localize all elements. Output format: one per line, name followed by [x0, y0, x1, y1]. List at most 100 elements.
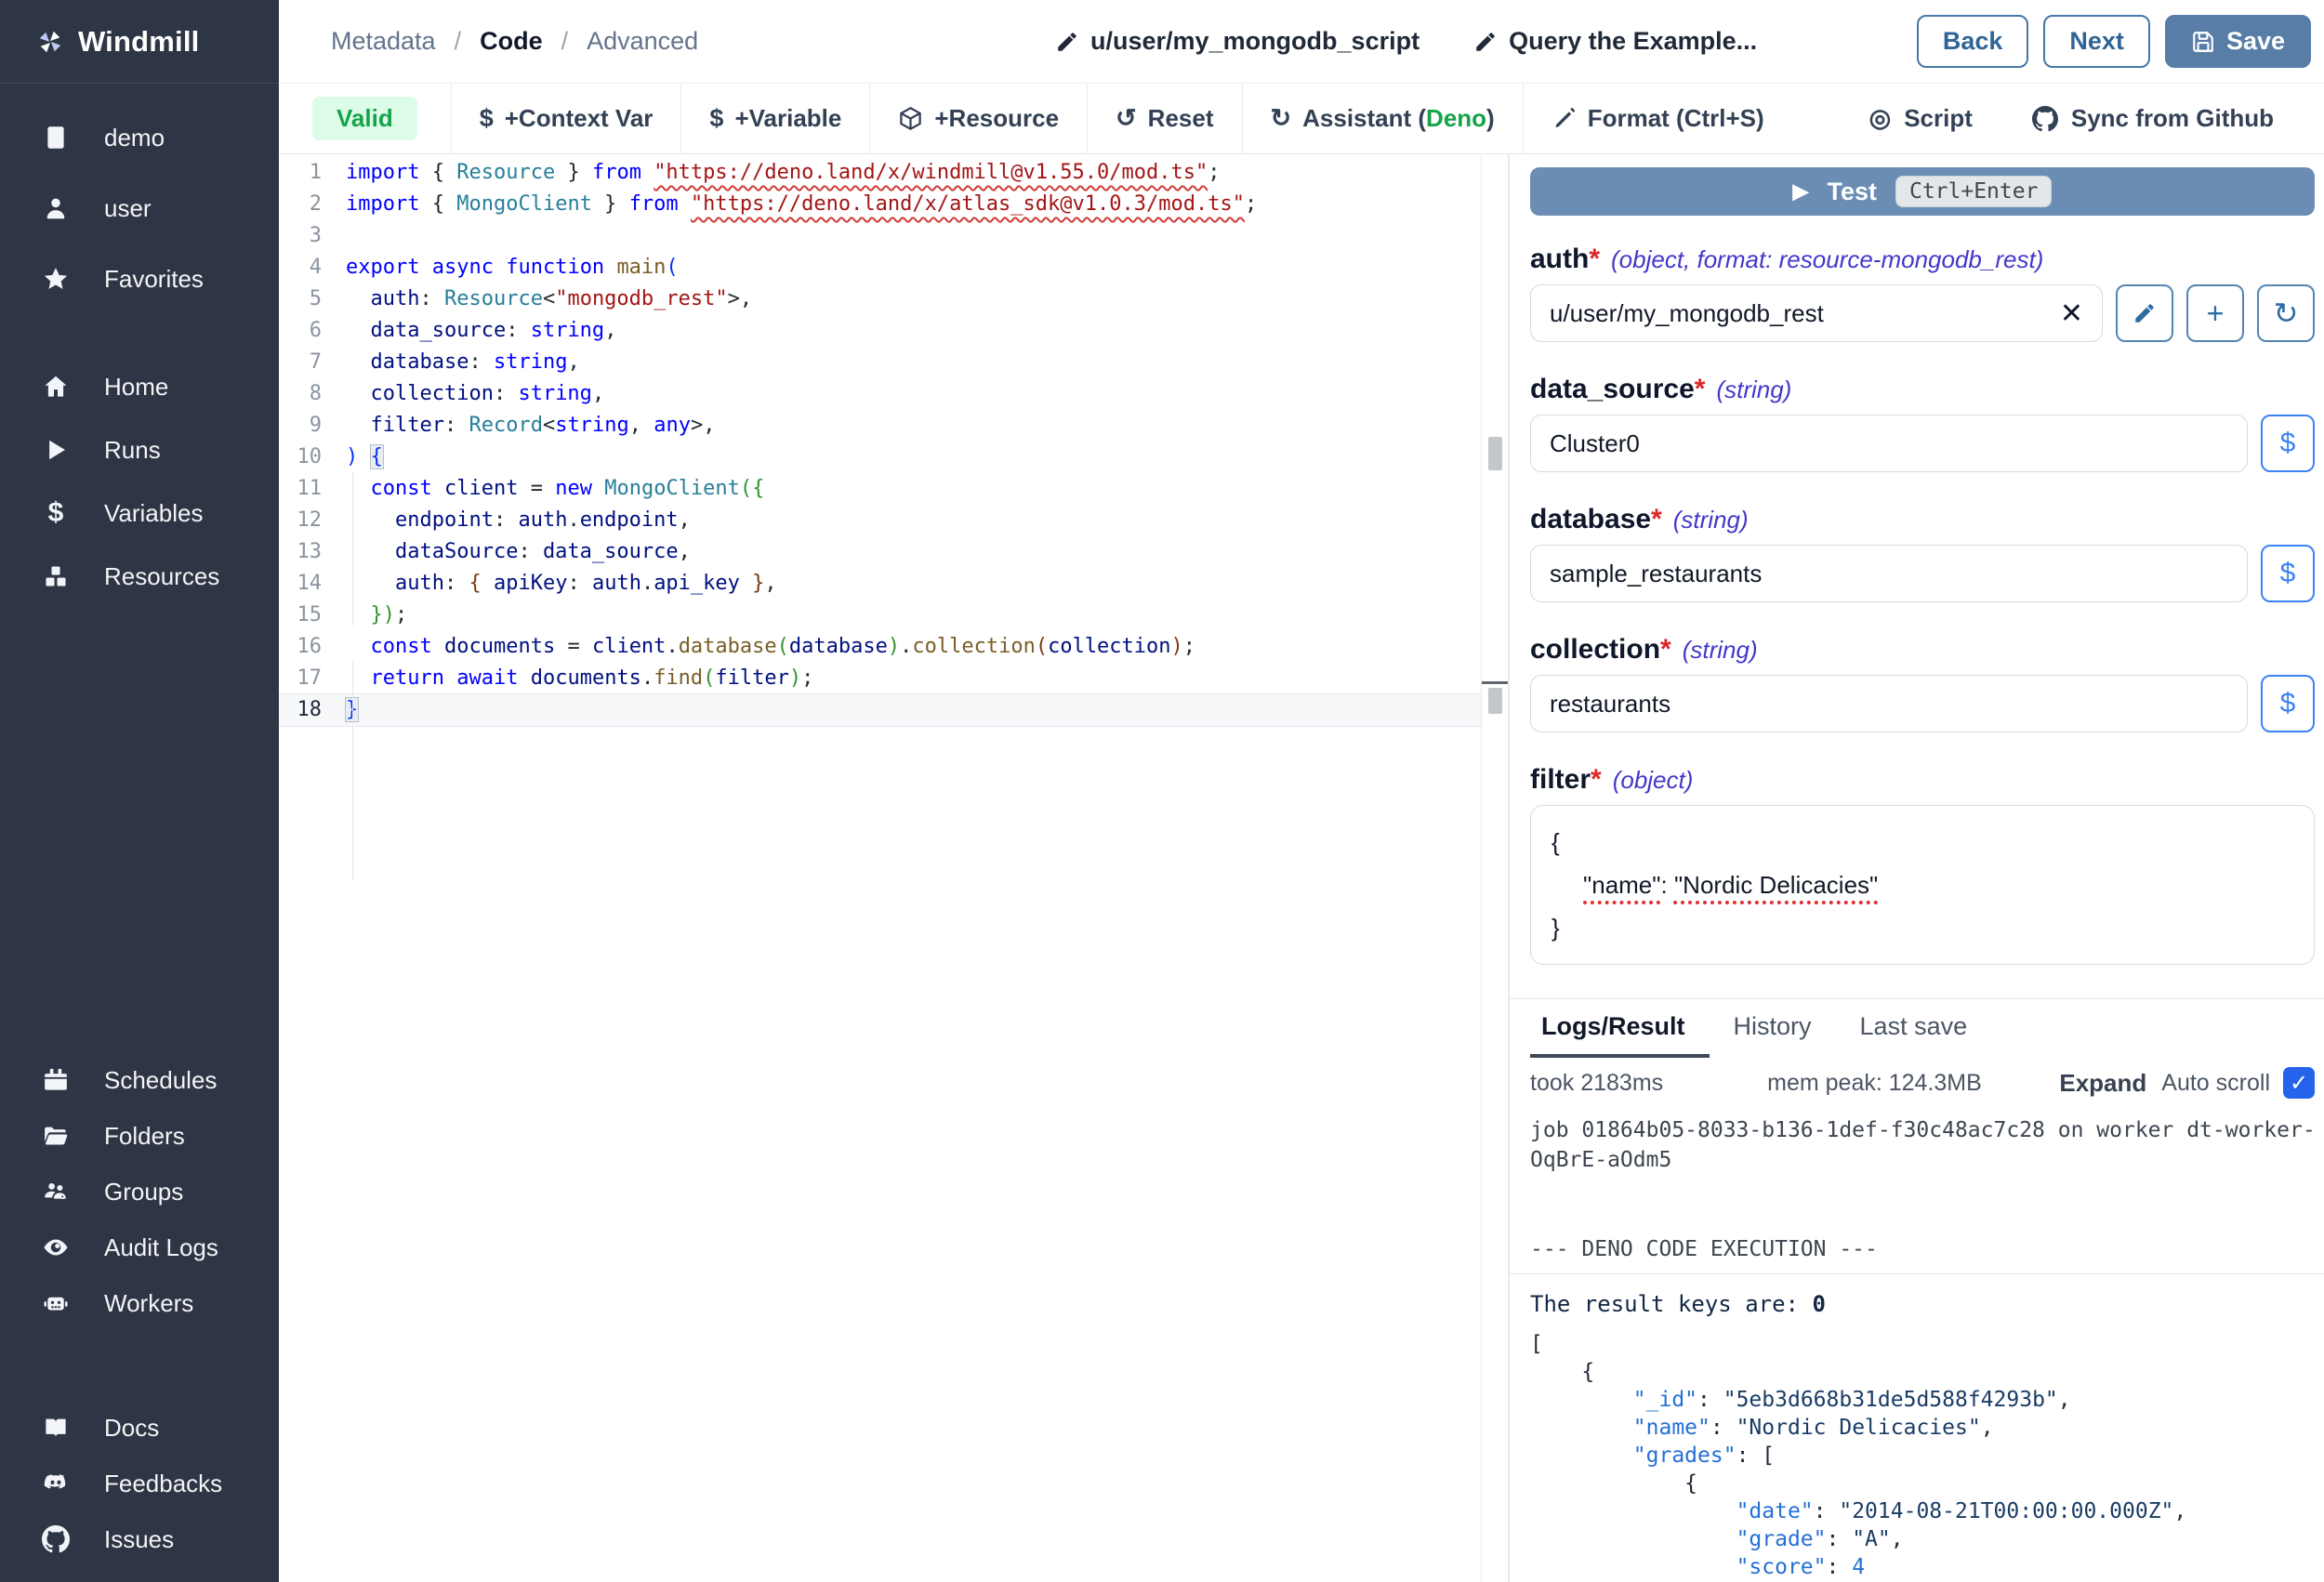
insert-variable-button[interactable]: $ [2261, 545, 2315, 602]
add-context-var-button[interactable]: $ +Context Var [452, 84, 682, 153]
user-icon [41, 193, 71, 223]
script-summary-edit[interactable]: Query the Example... [1473, 27, 1757, 56]
sidebar-item-favorites[interactable]: Favorites [0, 244, 279, 314]
code-line: 16 const documents = client.database(dat… [279, 631, 1481, 663]
line-number: 7 [279, 347, 335, 378]
save-icon [2191, 30, 2215, 54]
sidebar-item-user[interactable]: user [0, 173, 279, 244]
code-line: 17 return await documents.find(filter); [279, 663, 1481, 694]
line-number: 9 [279, 410, 335, 442]
script-kind-icon: ◎ [1869, 104, 1892, 133]
assistant-button[interactable]: ↻ Assistant (Deno) [1243, 84, 1524, 153]
editor-overview-ruler [1481, 154, 1508, 1582]
pencil-icon [1055, 30, 1079, 54]
line-number: 6 [279, 315, 335, 347]
tab-logs-result[interactable]: Logs/Result [1530, 999, 1710, 1058]
code-line: 14 auth: { apiKey: auth.api_key }, [279, 568, 1481, 600]
panel-divider [1510, 1273, 2324, 1274]
github-icon [41, 1524, 71, 1554]
add-variable-button[interactable]: $ +Variable [681, 84, 870, 153]
assistant-engine: Deno [1426, 104, 1486, 132]
insert-variable-button[interactable]: $ [2261, 675, 2315, 732]
sidebar-item-folders[interactable]: Folders [0, 1108, 279, 1164]
dollar-icon: $ [709, 104, 723, 133]
add-resource-button[interactable]: +Resource [870, 84, 1088, 153]
clear-icon[interactable]: ✕ [2049, 297, 2083, 330]
breadcrumb-metadata[interactable]: Metadata [331, 27, 436, 56]
data-source-input[interactable]: Cluster0 [1530, 415, 2248, 472]
result-json-line: { [1530, 1358, 2315, 1386]
sidebar-item-resources[interactable]: Resources [0, 545, 279, 608]
sidebar-item-home[interactable]: Home [0, 355, 279, 418]
code-editor[interactable]: 1import { Resource } from "https://deno.… [279, 154, 1481, 1582]
sidebar-item-label: Feedbacks [104, 1470, 222, 1498]
test-button[interactable]: ▶ Test Ctrl+Enter [1530, 167, 2315, 216]
database-field-row: sample_restaurants $ [1530, 545, 2315, 602]
sidebar-item-demo[interactable]: demo [0, 102, 279, 173]
scrollbar-thumb[interactable] [1488, 437, 1502, 470]
topbar-actions: Back Next Save [1917, 15, 2311, 68]
database-field-label: database* (string) [1530, 504, 2315, 535]
save-button[interactable]: Save [2165, 15, 2311, 68]
line-number: 14 [279, 568, 335, 600]
code-lines: 1import { Resource } from "https://deno.… [279, 157, 1481, 726]
result-intro: The result keys are: 0 [1530, 1291, 2315, 1317]
sidebar-item-label: Favorites [104, 265, 204, 294]
breadcrumb: Metadata / Code / Advanced [279, 27, 698, 56]
sidebar-item-groups[interactable]: Groups [0, 1164, 279, 1219]
back-button[interactable]: Back [1917, 15, 2029, 68]
sidebar-item-runs[interactable]: Runs [0, 418, 279, 481]
tab-history[interactable]: History [1710, 999, 1836, 1058]
sidebar-item-variables[interactable]: $Variables [0, 481, 279, 545]
sidebar-item-audit-logs[interactable]: Audit Logs [0, 1219, 279, 1275]
result-json-line: "grades": [ [1530, 1442, 2315, 1470]
format-button[interactable]: Format (Ctrl+S) [1524, 84, 1792, 153]
next-button[interactable]: Next [2043, 15, 2150, 68]
sidebar-workspace-group: demouser Favorites [0, 102, 279, 314]
collection-field-label: collection* (string) [1530, 634, 2315, 666]
filter-json-value: "Nordic Delicacies" [1674, 871, 1878, 899]
filter-json-editor[interactable]: { "name": "Nordic Delicacies" } [1530, 805, 2315, 965]
database-input[interactable]: sample_restaurants [1530, 545, 2248, 602]
sidebar-item-feedbacks[interactable]: Feedbacks [0, 1456, 279, 1511]
cubes-icon [41, 561, 71, 591]
script-path-edit[interactable]: u/user/my_mongodb_script [1055, 27, 1419, 56]
sidebar-item-label: Runs [104, 436, 161, 465]
line-number: 8 [279, 378, 335, 410]
breadcrumb-code[interactable]: Code [480, 27, 543, 56]
editor-toolbar: Valid $ +Context Var $ +Variable +Resour… [279, 84, 2324, 154]
add-resource-inline-button[interactable]: + [2186, 284, 2244, 342]
reset-icon: ↺ [1116, 104, 1137, 133]
discord-icon [41, 1469, 71, 1498]
breadcrumb-advanced[interactable]: Advanced [587, 27, 698, 56]
code-line: 12 endpoint: auth.endpoint, [279, 505, 1481, 536]
workspace-logo[interactable]: Windmill [0, 0, 279, 84]
sidebar-item-label: Docs [104, 1414, 159, 1443]
play-icon [41, 435, 71, 465]
valid-badge: Valid [312, 97, 417, 140]
sidebar-item-issues[interactable]: Issues [0, 1511, 279, 1567]
sync-from-github-button[interactable]: Sync from Github [2032, 104, 2274, 133]
code-line: 9 filter: Record<string, any>, [279, 410, 1481, 442]
sidebar-item-schedules[interactable]: Schedules [0, 1052, 279, 1108]
book-icon [41, 1413, 71, 1443]
auto-scroll-checkbox[interactable]: ✓ [2283, 1067, 2315, 1099]
expand-button[interactable]: Expand [2059, 1069, 2146, 1098]
sidebar-item-docs[interactable]: Docs [0, 1400, 279, 1456]
run-stats-row: took 2183ms mem peak: 124.3MB Expand Aut… [1530, 1058, 2315, 1108]
scrollbar-thumb[interactable] [1488, 688, 1502, 714]
valid-status: Valid [279, 84, 452, 153]
edit-resource-button[interactable] [2116, 284, 2173, 342]
insert-variable-button[interactable]: $ [2261, 415, 2315, 472]
sidebar-item-workers[interactable]: Workers [0, 1275, 279, 1331]
refresh-resource-button[interactable]: ↻ [2257, 284, 2315, 342]
reset-button[interactable]: ↺ Reset [1088, 84, 1242, 153]
result-json-line: { [1530, 1470, 2315, 1497]
sidebar-admin-group: SchedulesFoldersGroupsAudit LogsWorkers [0, 1052, 279, 1331]
sidebar-item-label: Issues [104, 1525, 174, 1554]
tab-last-save[interactable]: Last save [1836, 999, 1992, 1058]
script-kind-button[interactable]: ◎ Script [1869, 104, 1973, 133]
line-number: 2 [279, 189, 335, 220]
auth-resource-input[interactable]: u/user/my_mongodb_rest ✕ [1530, 284, 2103, 342]
collection-input[interactable]: restaurants [1530, 675, 2248, 732]
